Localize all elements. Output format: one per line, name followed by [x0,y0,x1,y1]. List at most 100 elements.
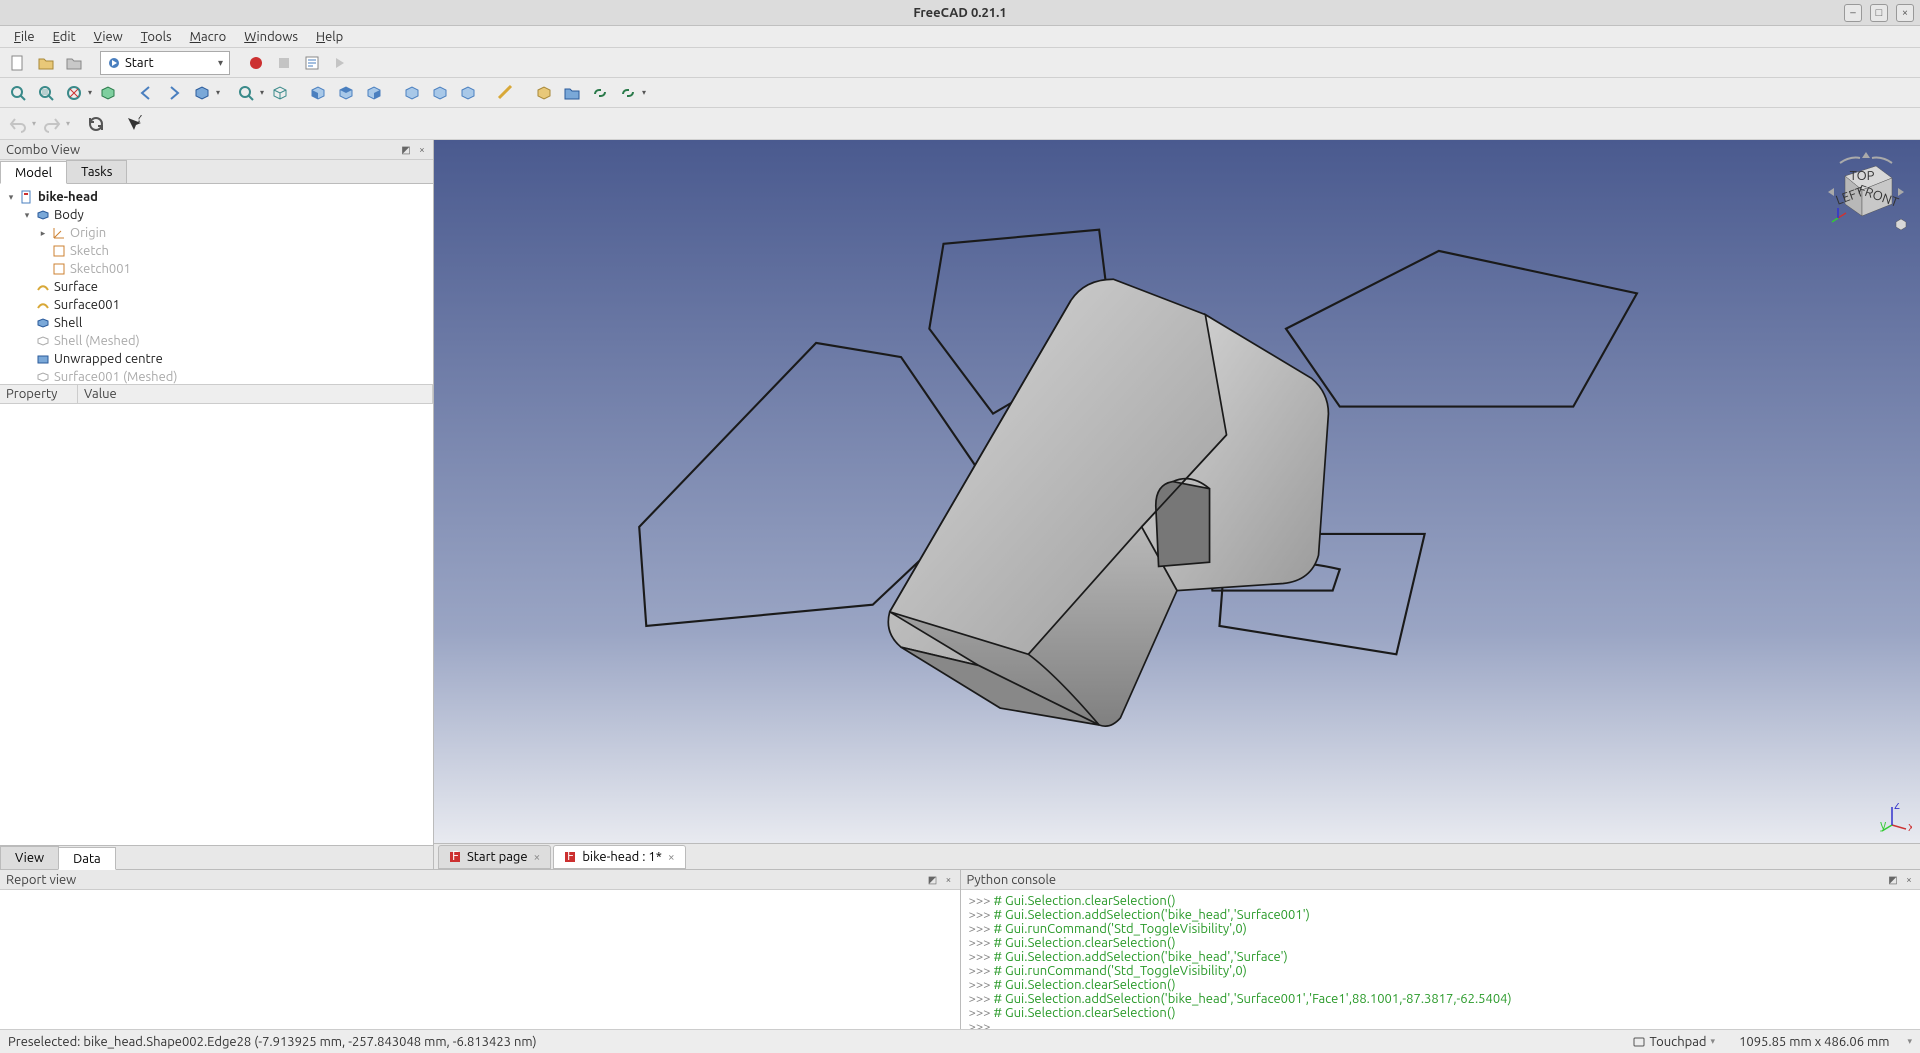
measure-button[interactable] [494,81,518,105]
expand-icon[interactable]: ▸ [38,228,48,239]
float-panel-button[interactable]: ◩ [399,143,413,157]
macro-execute-button[interactable] [328,51,352,75]
view-rear-button[interactable] [400,81,424,105]
view-left-button[interactable] [456,81,480,105]
freecad-icon: F [564,851,576,863]
status-nav-style[interactable]: Touchpad ▾ [1626,1035,1722,1049]
property-tabs: View Data [0,845,433,869]
3d-model-render [434,140,1920,843]
toolbar-file: Start ▾ [0,48,1920,78]
start-icon [107,56,121,70]
navigation-cube[interactable]: TOP LEFT FRONT [1820,148,1912,240]
document-tabs: F Start page × F bike-head : 1* × [434,843,1920,869]
report-view-header: Report view ◩× [0,870,960,890]
chevron-down-icon: ▾ [218,57,223,69]
model-tree[interactable]: ▾ bike-head ▾ Body ▸ Origin Sketch Sketch00… [0,184,433,384]
menu-windows[interactable]: Windows [236,28,306,46]
view-right-button[interactable] [362,81,386,105]
group-button[interactable] [560,81,584,105]
refresh-button[interactable] [84,112,108,136]
save-button[interactable] [62,51,86,75]
isometric-button[interactable] [190,81,214,105]
fit-all-button[interactable] [6,81,30,105]
minimize-button[interactable]: – [1844,4,1862,22]
python-console-body[interactable]: >>> # Gui.Selection.clearSelection()>>> … [961,890,1920,1029]
menu-file[interactable]: File [6,28,43,46]
tab-tasks[interactable]: Tasks [66,160,127,183]
combo-view-header: Combo View ◩ × [0,140,433,160]
workbench-selector[interactable]: Start ▾ [100,51,230,75]
tree-item-surface001[interactable]: Surface001 [54,298,120,312]
view-bottom-button[interactable] [428,81,452,105]
undo-button[interactable] [6,112,30,136]
tree-item-body[interactable]: Body [54,208,84,222]
menubar: File Edit View Tools Macro Windows Help [0,26,1920,48]
shell-icon [36,316,50,330]
surface-icon [36,298,50,312]
view-iso-button[interactable] [268,81,292,105]
3d-viewport[interactable]: TOP LEFT FRONT [434,140,1920,843]
expand-icon[interactable]: ▾ [22,210,32,221]
axis-indicator: x y z [1880,803,1912,835]
tree-item-shell-meshed[interactable]: Shell (Meshed) [54,334,140,348]
new-button[interactable] [6,51,30,75]
close-tab-button[interactable]: × [668,851,675,864]
bounding-box-button[interactable] [96,81,120,105]
tab-bike-head[interactable]: F bike-head : 1* × [553,845,685,869]
sketch-icon [52,262,66,276]
maximize-button[interactable]: □ [1870,4,1888,22]
svg-text:TOP: TOP [1850,169,1875,183]
macro-record-button[interactable] [244,51,268,75]
close-panel-button[interactable]: × [942,873,956,887]
redo-button[interactable] [40,112,64,136]
tree-item-sketch[interactable]: Sketch [70,244,109,258]
tab-start-page[interactable]: F Start page × [438,845,551,869]
float-panel-button[interactable]: ◩ [926,873,940,887]
tree-item-surface[interactable]: Surface [54,280,98,294]
nav-forward-button[interactable] [162,81,186,105]
float-panel-button[interactable]: ◩ [1886,873,1900,887]
tab-model[interactable]: Model [0,161,67,184]
tab-data[interactable]: Data [58,847,116,870]
part-button[interactable] [532,81,556,105]
menu-help[interactable]: Help [308,28,351,46]
whats-this-button[interactable]: ? [122,112,146,136]
menu-edit[interactable]: Edit [45,28,84,46]
zoom-button[interactable] [234,81,258,105]
property-col-header[interactable]: Property [0,385,78,403]
window-title: FreeCAD 0.21.1 [913,6,1006,20]
macro-stop-button[interactable] [272,51,296,75]
svg-text:z: z [1894,803,1900,812]
tree-item-shell[interactable]: Shell [54,316,82,330]
expand-icon[interactable]: ▾ [6,192,16,203]
menu-tools[interactable]: Tools [133,28,180,46]
nav-back-button[interactable] [134,81,158,105]
link-actions-button[interactable] [616,81,640,105]
fit-selection-button[interactable] [34,81,58,105]
python-console-header: Python console ◩× [961,870,1920,890]
combo-tabs: Model Tasks [0,160,433,184]
property-panel[interactable] [0,404,433,845]
draw-style-button[interactable] [62,81,86,105]
open-button[interactable] [34,51,58,75]
tab-view[interactable]: View [0,846,59,869]
close-panel-button[interactable]: × [415,143,429,157]
macro-list-button[interactable] [300,51,324,75]
report-view-body[interactable] [0,890,960,1029]
view-top-button[interactable] [334,81,358,105]
menu-view[interactable]: View [86,28,131,46]
titlebar: FreeCAD 0.21.1 – □ × [0,0,1920,26]
value-col-header[interactable]: Value [78,385,433,403]
close-panel-button[interactable]: × [1902,873,1916,887]
menu-macro[interactable]: Macro [182,28,235,46]
close-tab-button[interactable]: × [534,851,541,864]
close-button[interactable]: × [1896,4,1914,22]
tree-item-document[interactable]: bike-head [38,190,98,204]
svg-text:y: y [1880,818,1886,832]
tree-item-unwrapped-centre[interactable]: Unwrapped centre [54,352,163,366]
view-front-button[interactable] [306,81,330,105]
link-make-button[interactable] [588,81,612,105]
tree-item-origin[interactable]: Origin [70,226,106,240]
tree-item-surf001-meshed[interactable]: Surface001 (Meshed) [54,370,177,384]
tree-item-sketch001[interactable]: Sketch001 [70,262,131,276]
